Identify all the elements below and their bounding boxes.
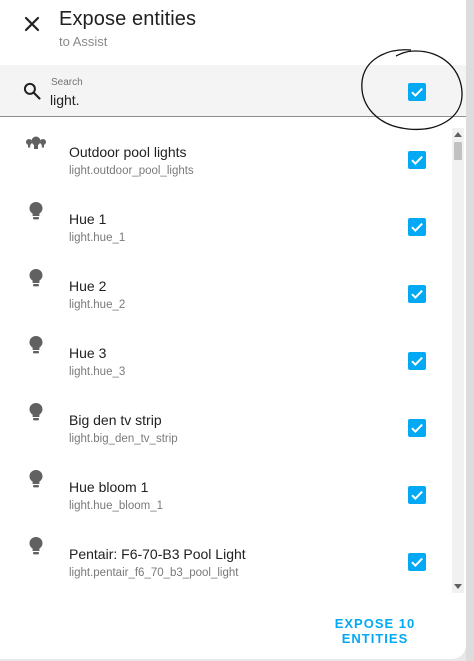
select-all-checkbox[interactable] [408, 83, 426, 101]
entity-id: light.big_den_tv_strip [69, 433, 178, 445]
entity-checkbox[interactable] [408, 419, 426, 437]
entity-checkbox[interactable] [408, 352, 426, 370]
entity-id: light.hue_3 [69, 366, 126, 378]
expose-entities-dialog: Expose entities to Assist Search light. … [0, 0, 466, 659]
search-icon [23, 82, 41, 100]
search-label: Search [51, 77, 83, 88]
checkmark-icon [411, 222, 423, 233]
search-input[interactable] [50, 89, 350, 111]
dialog-title: Expose entities [59, 8, 197, 30]
lightbulb-icon [29, 269, 43, 287]
scroll-up-arrow-icon[interactable] [452, 128, 464, 140]
entity-name: Outdoor pool lights [69, 144, 187, 160]
lightbulb-icon [29, 537, 43, 555]
dialog-subtitle: to Assist [59, 34, 108, 49]
checkmark-icon [411, 87, 423, 98]
dialog-header: Expose entities to Assist [0, 0, 466, 64]
checkmark-icon [411, 155, 423, 166]
entity-id: light.pentair_f6_70_b3_pool_light [69, 567, 239, 579]
list-item[interactable]: Hue 1 light.hue_1 [0, 185, 452, 252]
entity-name: Hue bloom 1 [69, 479, 149, 495]
entity-name: Hue 1 [69, 211, 107, 227]
entity-checkbox[interactable] [408, 486, 426, 504]
list-item[interactable]: Outdoor pool lights light.outdoor_pool_l… [0, 118, 452, 185]
lightbulb-icon [29, 403, 43, 421]
checkbox-checked [408, 419, 426, 437]
list-item[interactable]: Hue 3 light.hue_3 [0, 319, 452, 386]
checkbox-checked [408, 83, 426, 101]
close-button[interactable] [18, 10, 46, 38]
list-item[interactable]: Hue 2 light.hue_2 [0, 252, 452, 319]
entity-name: Hue 2 [69, 278, 107, 294]
checkmark-icon [411, 423, 423, 434]
entity-name: Big den tv strip [69, 412, 162, 428]
close-icon [24, 16, 40, 32]
entity-list: Outdoor pool lights light.outdoor_pool_l… [0, 118, 452, 595]
checkbox-checked [408, 486, 426, 504]
entity-checkbox[interactable] [408, 151, 426, 169]
checkbox-checked [408, 218, 426, 236]
search-bar: Search [0, 65, 466, 117]
scroll-down-arrow-icon[interactable] [452, 581, 464, 593]
entity-name: Pentair: F6-70-B3 Pool Light [69, 546, 246, 562]
list-item[interactable]: Hue bloom 1 light.hue_bloom_1 [0, 453, 452, 520]
list-item[interactable]: Big den tv strip light.big_den_tv_strip [0, 386, 452, 453]
checkmark-icon [411, 289, 423, 300]
checkbox-checked [408, 285, 426, 303]
scrollbar-thumb[interactable] [454, 142, 462, 160]
entity-id: light.outdoor_pool_lights [69, 165, 194, 177]
expose-entities-button[interactable]: EXPOSE 10 ENTITIES [300, 616, 450, 646]
lightbulb-icon [29, 202, 43, 220]
checkbox-checked [408, 352, 426, 370]
lightbulb-icon [29, 336, 43, 354]
entity-id: light.hue_bloom_1 [69, 500, 163, 512]
lightbulb-icon [29, 470, 43, 488]
entity-id: light.hue_2 [69, 299, 126, 311]
checkmark-icon [411, 557, 423, 568]
checkbox-checked [408, 151, 426, 169]
entity-checkbox[interactable] [408, 218, 426, 236]
entity-checkbox[interactable] [408, 553, 426, 571]
light-group-icon [26, 136, 46, 149]
list-item[interactable]: Pentair: F6-70-B3 Pool Light light.penta… [0, 520, 452, 587]
checkmark-icon [411, 356, 423, 367]
checkbox-checked [408, 553, 426, 571]
entity-name: Hue 3 [69, 345, 107, 361]
scrollbar[interactable] [452, 128, 464, 593]
entity-id: light.hue_1 [69, 232, 126, 244]
checkmark-icon [411, 490, 423, 501]
entity-checkbox[interactable] [408, 285, 426, 303]
background-edge [466, 0, 474, 661]
